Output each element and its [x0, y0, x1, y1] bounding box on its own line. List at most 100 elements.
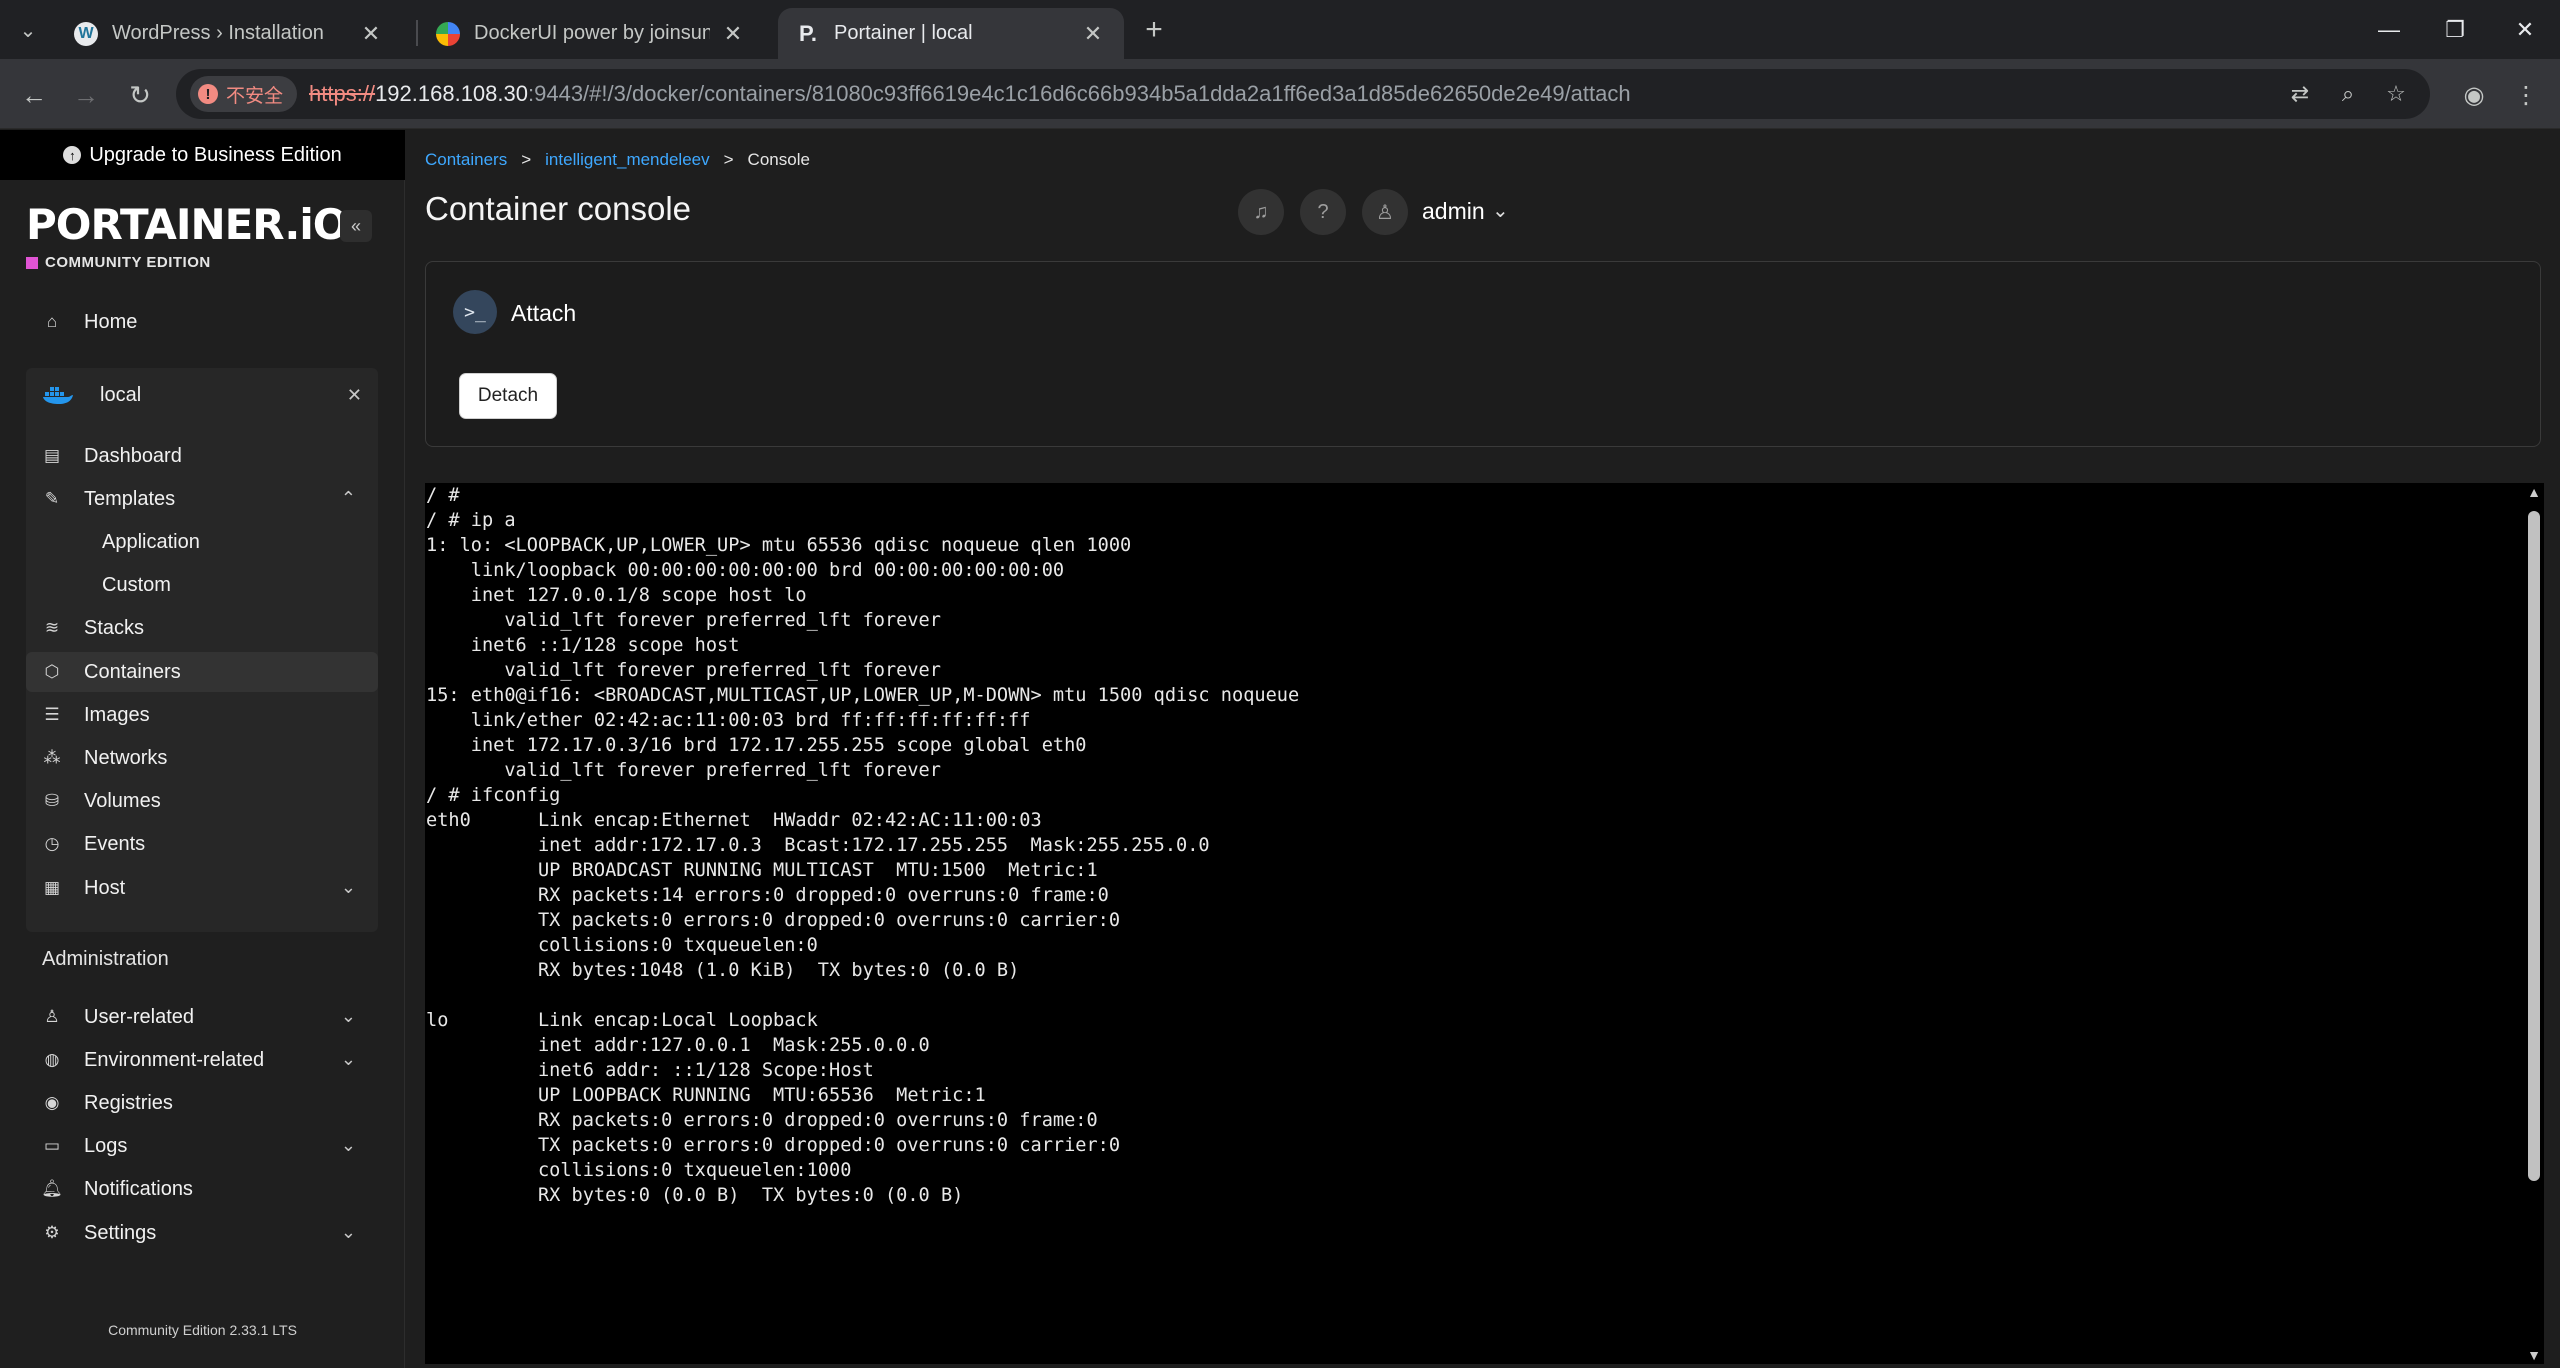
- sidebar-item-notifications[interactable]: 🔔︎ Notifications: [26, 1169, 378, 1209]
- sidebar-item-label: Events: [84, 832, 146, 855]
- sidebar-item-label: Home: [84, 310, 138, 333]
- address-bar[interactable]: ! 不安全 https://192.168.108.30:9443/#!/3/d…: [176, 69, 2430, 119]
- browser-toolbar: ← → ↻ ! 不安全 https://192.168.108.30:9443/…: [0, 59, 2560, 129]
- environment-header[interactable]: local ✕: [26, 368, 378, 422]
- sidebar-item-label: Stacks: [84, 616, 145, 639]
- bell-icon: ♫: [1253, 200, 1269, 223]
- close-environment-icon[interactable]: ✕: [347, 385, 362, 406]
- portainer-icon: P.: [799, 20, 817, 46]
- sidebar-item-environment-related[interactable]: ◍ Environment-related ⌄: [26, 1040, 378, 1080]
- browser-menu-button[interactable]: ⋮: [2506, 75, 2546, 115]
- kebab-menu-icon: ⋮: [2514, 81, 2538, 109]
- main-content: Containers > intelligent_mendeleev > Con…: [406, 130, 2560, 1368]
- chevron-down-icon: ⌄: [340, 1049, 356, 1069]
- collapse-sidebar-button[interactable]: «: [340, 210, 372, 242]
- sidebar-item-label: Notifications: [84, 1177, 193, 1200]
- sidebar-item-application[interactable]: Application: [26, 522, 378, 562]
- terminal-line: valid_lft forever preferred_lft forever: [504, 660, 941, 681]
- arrow-up-circle-icon: ↑: [63, 146, 82, 164]
- close-tab-icon[interactable]: ✕: [358, 21, 384, 47]
- security-indicator[interactable]: ! 不安全: [190, 76, 298, 112]
- sidebar-item-volumes[interactable]: ⛁ Volumes: [26, 781, 378, 821]
- notifications-button[interactable]: ♫: [1238, 189, 1284, 235]
- close-tab-icon[interactable]: ✕: [720, 21, 746, 47]
- sidebar-item-settings[interactable]: ⚙ Settings ⌄: [26, 1213, 378, 1253]
- chevron-down-icon[interactable]: ⌄: [1492, 198, 1509, 223]
- wordpress-icon: W: [74, 21, 98, 46]
- restore-icon: ❐: [2445, 16, 2465, 42]
- sidebar-item-label: Custom: [102, 573, 171, 596]
- bookmark-star-icon[interactable]: ☆: [2382, 78, 2410, 110]
- back-button[interactable]: ←: [14, 75, 54, 115]
- sidebar-item-host[interactable]: ▦ Host ⌄: [26, 868, 378, 908]
- sidebar-item-user-related[interactable]: ♙ User-related ⌄: [26, 997, 378, 1037]
- network-icon: ⁂: [43, 748, 61, 767]
- user-menu-name[interactable]: admin: [1422, 198, 1485, 225]
- chevron-down-icon: ⌄: [340, 1222, 356, 1242]
- terminal-line: 1: lo: <LOOPBACK,UP,LOWER_UP> mtu 65536 …: [426, 535, 1132, 556]
- page-title: Container console: [425, 190, 691, 227]
- sidebar-item-registries[interactable]: ◉ Registries: [26, 1083, 378, 1123]
- terminal-line: UP LOOPBACK RUNNING MTU:65536 Metric:1: [537, 1085, 986, 1106]
- sidebar-item-stacks[interactable]: ≋ Stacks: [26, 608, 378, 648]
- forward-button[interactable]: →: [66, 75, 106, 115]
- tab-search-button[interactable]: ⌄: [10, 14, 46, 46]
- browser-tab-bar: ⌄ W WordPress › Installation ✕ DockerUI …: [0, 0, 2560, 59]
- tab-wordpress[interactable]: W WordPress › Installation ✕: [56, 8, 402, 59]
- profile-icon: ◉: [2463, 81, 2485, 109]
- breadcrumb-containers-link[interactable]: Containers: [425, 150, 507, 170]
- scrollbar-thumb[interactable]: [2528, 511, 2540, 1181]
- detach-button[interactable]: Detach: [459, 373, 557, 419]
- url-text[interactable]: https://192.168.108.30:9443/#!/3/docker/…: [309, 81, 1631, 107]
- terminal-line: inet6 addr: ::1/128 Scope:Host: [537, 1060, 874, 1081]
- sidebar-item-logs[interactable]: ▭ Logs ⌄: [26, 1126, 378, 1166]
- clock-icon: ◷: [44, 834, 60, 853]
- terminal-line: inet addr:172.17.0.3 Bcast:172.17.255.25…: [537, 835, 1210, 856]
- box-icon: ⬡: [44, 662, 60, 681]
- sidebar-item-home[interactable]: ⌂ Home: [26, 302, 378, 342]
- minimize-button[interactable]: —: [2354, 0, 2424, 59]
- upgrade-banner[interactable]: ↑ Upgrade to Business Edition: [0, 130, 405, 180]
- close-window-button[interactable]: ✕: [2490, 0, 2560, 59]
- help-button[interactable]: ?: [1300, 189, 1346, 235]
- terminal-line: lo Link encap:Local Loopback: [426, 1010, 818, 1031]
- tab-dockerui[interactable]: DockerUI power by joinsunsoft ✕: [418, 8, 764, 59]
- terminal-scrollbar[interactable]: ▲ ▼: [2524, 483, 2544, 1364]
- terminal-console[interactable]: / # / # ip a 1: lo: <LOOPBACK,UP,LOWER_U…: [425, 483, 2544, 1364]
- version-label: Community Edition 2.33.1 LTS: [108, 1322, 297, 1338]
- terminal-line: RX packets:0 errors:0 dropped:0 overruns…: [537, 1110, 1098, 1131]
- terminal-line: collisions:0 txqueuelen:0: [537, 935, 818, 956]
- portainer-logo[interactable]: PORTAINER.iO: [26, 200, 348, 249]
- sidebar-item-events[interactable]: ◷ Events: [26, 824, 378, 864]
- profile-button[interactable]: ◉: [2454, 75, 2494, 115]
- terminal-line: 15: eth0@if16: <BROADCAST,MULTICAST,UP,L…: [426, 685, 1300, 706]
- sidebar-item-networks[interactable]: ⁂ Networks: [26, 738, 378, 778]
- user-icon: ♙: [1376, 201, 1394, 224]
- tab-portainer[interactable]: P. Portainer | local ✕: [778, 8, 1124, 59]
- sidebar-item-templates[interactable]: ✎ Templates ⌃: [26, 479, 378, 519]
- sidebar-item-label: Images: [84, 703, 150, 726]
- administration-heading: Administration: [42, 948, 169, 970]
- user-avatar[interactable]: ♙: [1362, 189, 1408, 235]
- translate-icon[interactable]: ⇄: [2286, 78, 2314, 110]
- terminal-line: link/ether 02:42:ac:11:00:03 brd ff:ff:f…: [470, 710, 1031, 731]
- scroll-down-arrow-icon[interactable]: ▼: [2527, 1347, 2541, 1363]
- sidebar-item-custom[interactable]: Custom: [26, 565, 378, 605]
- restore-button[interactable]: ❐: [2420, 0, 2490, 59]
- zoom-icon[interactable]: ⌕: [2334, 78, 2362, 110]
- terminal-icon: >_: [453, 290, 497, 334]
- reload-button[interactable]: ↻: [120, 75, 160, 115]
- sidebar-item-containers[interactable]: ⬡ Containers: [26, 652, 378, 692]
- terminal-line: inet 172.17.0.3/16 brd 172.17.255.255 sc…: [470, 735, 1087, 756]
- breadcrumb: Containers > intelligent_mendeleev > Con…: [425, 150, 810, 170]
- sidebar-item-images[interactable]: ☰ Images: [26, 695, 378, 735]
- close-tab-icon[interactable]: ✕: [1080, 21, 1106, 47]
- sidebar-item-dashboard[interactable]: ▤ Dashboard: [26, 436, 378, 476]
- new-tab-button[interactable]: +: [1136, 12, 1172, 48]
- terminal-line: inet6 ::1/128 scope host: [470, 635, 740, 656]
- breadcrumb-separator: >: [521, 150, 532, 169]
- help-circle-icon: ?: [1317, 200, 1329, 223]
- scroll-up-arrow-icon[interactable]: ▲: [2527, 484, 2541, 500]
- breadcrumb-container-link[interactable]: intelligent_mendeleev: [545, 150, 709, 170]
- terminal-line: RX bytes:0 (0.0 B) TX bytes:0 (0.0 B): [537, 1185, 964, 1206]
